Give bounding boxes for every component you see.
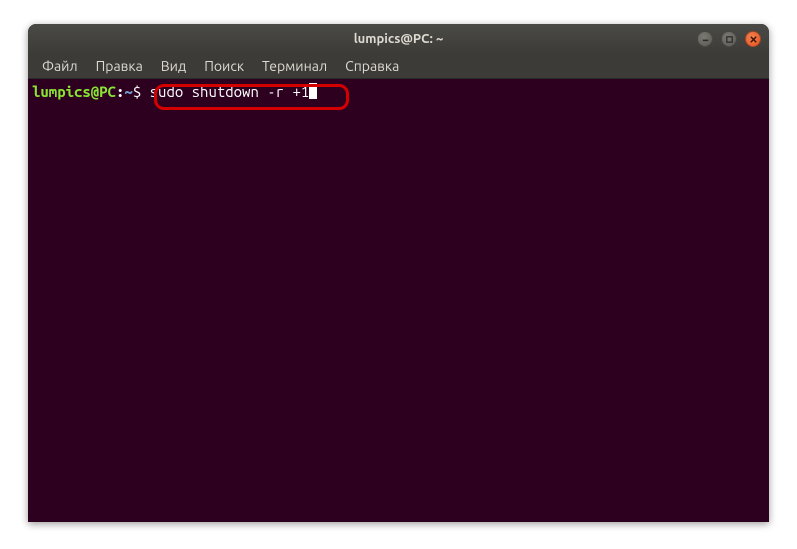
menu-edit[interactable]: Правка — [88, 56, 151, 76]
menu-view[interactable]: Вид — [153, 56, 194, 76]
close-icon — [749, 35, 758, 44]
prompt-symbol: $ — [133, 83, 141, 100]
menu-terminal[interactable]: Терминал — [254, 56, 335, 76]
maximize-icon — [725, 35, 734, 44]
window-title: lumpics@PC: ~ — [354, 32, 444, 46]
prompt-user-host: lumpics@PC — [32, 83, 116, 100]
titlebar[interactable]: lumpics@PC: ~ — [28, 24, 769, 54]
menu-search[interactable]: Поиск — [196, 56, 252, 76]
cursor — [309, 83, 317, 99]
minimize-icon — [701, 35, 710, 44]
prompt-path: ~ — [124, 83, 132, 100]
close-button[interactable] — [745, 31, 761, 47]
terminal-window: lumpics@PC: ~ Файл Правка Вид Поиск Терм… — [28, 24, 769, 522]
command-text: sudo shutdown -r +1 — [150, 83, 310, 100]
menu-file[interactable]: Файл — [34, 56, 86, 76]
window-controls — [697, 31, 761, 47]
terminal-body[interactable]: lumpics@PC:~$ sudo shutdown -r +1 — [28, 79, 769, 522]
menu-help[interactable]: Справка — [337, 56, 407, 76]
menubar: Файл Правка Вид Поиск Терминал Справка — [28, 54, 769, 79]
maximize-button[interactable] — [721, 31, 737, 47]
minimize-button[interactable] — [697, 31, 713, 47]
